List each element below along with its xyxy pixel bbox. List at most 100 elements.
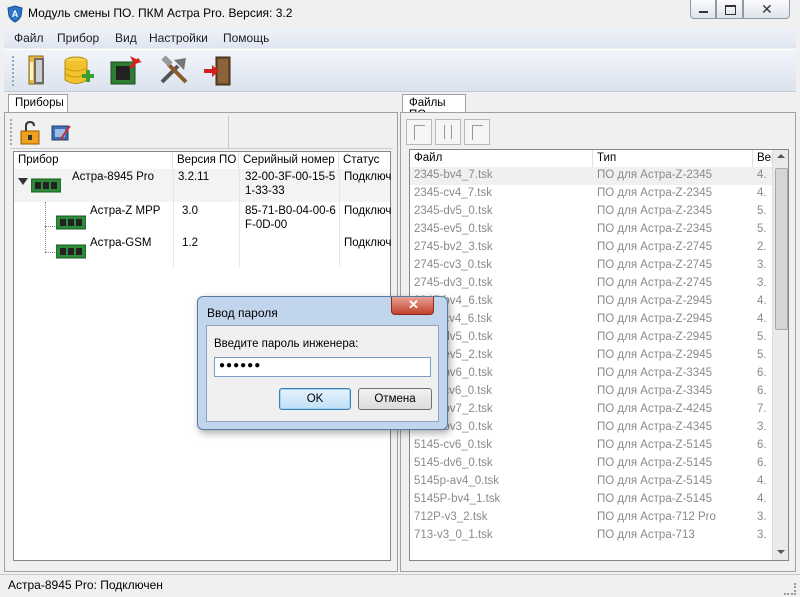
file-row[interactable]: 3345-cv6_0.tsk ПО для Астра-Z-3345 6. — [410, 383, 772, 401]
menu-settings[interactable]: Настройки — [149, 31, 208, 45]
last-button[interactable] — [464, 119, 490, 145]
file-row[interactable]: 2745-cv3_0.tsk ПО для Астра-Z-2745 3. — [410, 257, 772, 275]
file-row[interactable]: 2945-ev5_2.tsk ПО для Астра-Z-2945 5. — [410, 347, 772, 365]
col-type[interactable]: Тип — [593, 150, 753, 167]
file-row[interactable]: 712P-v3_2.tsk ПО для Астра-712 Pro 3. — [410, 509, 772, 527]
minimize-icon — [699, 11, 708, 13]
file-row[interactable]: 2345-ev5_0.tsk ПО для Астра-Z-2345 5. — [410, 221, 772, 239]
size-grip-icon[interactable] — [784, 583, 796, 595]
device-row[interactable]: Астра-8945 Pro 3.2.11 32-00-3F-00-15-5 1… — [14, 169, 392, 202]
write-firmware-button[interactable] — [108, 54, 144, 88]
devices-toolbar — [10, 116, 393, 149]
col-version[interactable]: Версия ПО — [173, 152, 239, 169]
file-row[interactable]: 4345-bv3_0.tsk ПО для Астра-Z-4345 3. — [410, 419, 772, 437]
ok-button[interactable]: OK — [279, 388, 351, 410]
menu-device[interactable]: Прибор — [57, 31, 99, 45]
vertical-scrollbar[interactable] — [772, 150, 788, 560]
file-type: ПО для Астра-Z-2345 — [597, 169, 712, 181]
tab-devices[interactable]: Приборы — [8, 94, 68, 113]
col-serial[interactable]: Серийный номер — [239, 152, 339, 169]
add-db-button[interactable] — [60, 54, 96, 88]
exit-icon — [204, 56, 231, 86]
file-version: 3. — [757, 421, 767, 433]
dialog-title: Ввод пароля — [207, 306, 278, 320]
file-type: ПО для Астра-Z-2745 — [597, 277, 712, 289]
file-name: 2345-ev5_0.tsk — [414, 223, 493, 235]
file-version: 4. — [757, 169, 767, 181]
restore-icon — [725, 5, 736, 15]
device-status: Подключ — [344, 171, 392, 183]
first-button[interactable] — [406, 119, 432, 145]
file-row[interactable]: 5145-dv6_0.tsk ПО для Астра-Z-5145 6. — [410, 455, 772, 473]
file-type: ПО для Астра-Z-3345 — [597, 367, 712, 379]
file-version: 4. — [757, 187, 767, 199]
file-name: 2745-cv3_0.tsk — [414, 259, 492, 271]
file-row[interactable]: 5145p-av4_0.tsk ПО для Астра-Z-5145 4. — [410, 473, 772, 491]
device-version: 1.2 — [182, 237, 198, 249]
file-version: 4. — [757, 493, 767, 505]
pause-button[interactable] — [435, 119, 461, 145]
dialog-body: Введите пароль инженера: ●●●●●● OK Отмен… — [206, 325, 439, 422]
file-row[interactable]: 2345-cv4_7.tsk ПО для Астра-Z-2345 4. — [410, 185, 772, 203]
file-version: 5. — [757, 331, 767, 343]
file-row[interactable]: 2345-dv5_0.tsk ПО для Астра-Z-2345 5. — [410, 203, 772, 221]
file-row[interactable]: 5145P-bv4_1.tsk ПО для Астра-Z-5145 4. — [410, 491, 772, 509]
file-type: ПО для Астра-Z-4345 — [597, 421, 712, 433]
collapse-arrow-icon[interactable] — [18, 178, 28, 185]
settings-tools-button[interactable] — [156, 54, 192, 88]
scroll-thumb[interactable] — [775, 168, 788, 330]
app-window: A Модуль смены ПО. ПКМ Астра Pro. Версия… — [0, 0, 800, 597]
file-row[interactable]: 5145-cv6_0.tsk ПО для Астра-Z-5145 6. — [410, 437, 772, 455]
exit-button[interactable] — [200, 54, 236, 88]
file-type: ПО для Астра-Z-5145 — [597, 493, 712, 505]
dialog-close-button[interactable]: ✕ — [391, 297, 434, 315]
file-type: ПО для Астра-Z-3345 — [597, 385, 712, 397]
scroll-up-icon[interactable] — [777, 154, 785, 158]
edit-device-button[interactable] — [50, 122, 72, 144]
unlock-button[interactable] — [18, 120, 44, 146]
file-row[interactable]: 2945-dv5_0.tsk ПО для Астра-Z-2945 5. — [410, 329, 772, 347]
file-version: 6. — [757, 439, 767, 451]
grip — [10, 119, 14, 145]
device-row[interactable]: Астра-GSM 1.2 Подключ — [14, 237, 391, 267]
tab-files[interactable]: Файлы ПО — [402, 94, 466, 121]
password-dialog: Ввод пароля ✕ Введите пароль инженера: ●… — [197, 296, 448, 430]
file-row[interactable]: 713-v3_0_1.tsk ПО для Астра-713 3. — [410, 527, 772, 545]
file-name: 713-v3_0_1.tsk — [414, 529, 493, 541]
cancel-button[interactable]: Отмена — [358, 388, 432, 410]
file-row[interactable]: 2745-bv2_3.tsk ПО для Астра-Z-2745 2. — [410, 239, 772, 257]
tools-icon — [160, 55, 188, 84]
cancel-label: Отмена — [374, 393, 416, 405]
file-type: ПО для Астра-Z-4245 — [597, 403, 712, 415]
col-status[interactable]: Статус — [339, 152, 392, 169]
menu-help[interactable]: Помощь — [223, 31, 269, 45]
file-row[interactable]: 2945-cv4_6.tsk ПО для Астра-Z-2945 4. — [410, 311, 772, 329]
file-row[interactable]: 2745-dv3_0.tsk ПО для Астра-Z-2745 3. — [410, 275, 772, 293]
minimize-button[interactable] — [690, 0, 716, 19]
file-row[interactable]: 3345-bv6_0.tsk ПО для Астра-Z-3345 6. — [410, 365, 772, 383]
device-board-icon — [56, 244, 86, 259]
file-type: ПО для Астра-Z-2345 — [597, 187, 712, 199]
file-row[interactable]: 2345-bv4_7.tsk ПО для Астра-Z-2345 4. — [410, 167, 772, 185]
col-device[interactable]: Прибор — [14, 152, 173, 169]
file-version: 5. — [757, 205, 767, 217]
menu-file[interactable]: Файл — [14, 31, 44, 45]
close-window-button[interactable]: ✕ — [743, 0, 790, 19]
close-icon: ✕ — [408, 297, 419, 312]
col-file[interactable]: Файл — [410, 150, 593, 167]
file-version: 6. — [757, 457, 767, 469]
file-row[interactable]: 4245-bv7_2.tsk ПО для Астра-Z-4245 7. — [410, 401, 772, 419]
maximize-button[interactable] — [716, 0, 743, 19]
device-name: Астра-GSM — [90, 237, 152, 249]
menu-view[interactable]: Вид — [115, 31, 137, 45]
scroll-down-icon[interactable] — [777, 550, 785, 554]
device-board-icon — [56, 215, 86, 230]
files-list: Файл Тип Верси 2345-bv4_7.tskПО для Астр… — [409, 149, 789, 561]
device-status: Подключ — [344, 205, 392, 217]
toolbar-grip[interactable] — [12, 56, 17, 86]
device-row[interactable]: Астра-Z МРР 3.0 85-71-B0-04-00-6 F-0D-00… — [14, 203, 392, 236]
file-row[interactable]: 2945-bv4_6.tsk ПО для Астра-Z-2945 4. — [410, 293, 772, 311]
file-type: ПО для Астра-Z-2945 — [597, 349, 712, 361]
open-button[interactable] — [20, 54, 56, 88]
password-field[interactable]: ●●●●●● — [214, 357, 431, 377]
